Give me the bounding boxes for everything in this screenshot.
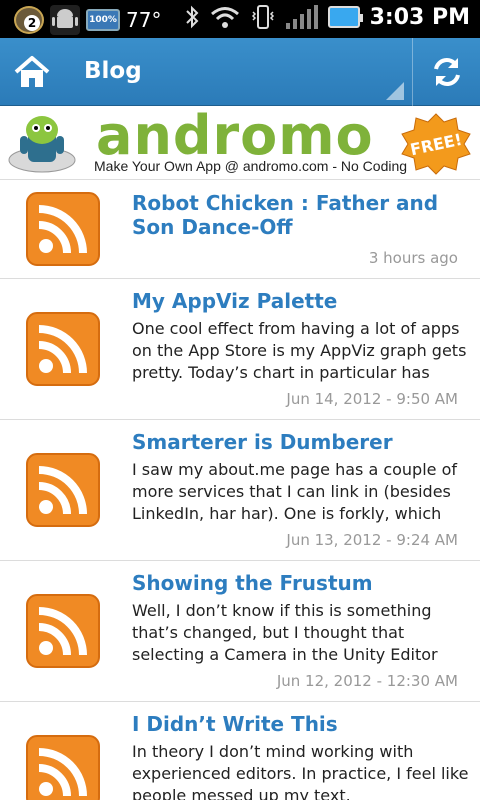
- battery-icon: [327, 6, 363, 28]
- post-date: 3 hours ago: [368, 249, 458, 267]
- post-list: Robot Chicken : Father and Son Dance-Off…: [0, 180, 480, 800]
- rss-feed-icon: [26, 594, 100, 668]
- refresh-icon: [433, 58, 460, 86]
- brand-wordmark: andromo: [96, 104, 374, 167]
- rss-feed-icon: [26, 312, 100, 386]
- post-excerpt: Well, I don’t know if this is something …: [132, 601, 438, 664]
- post-title[interactable]: Showing the Frustum: [132, 571, 472, 595]
- post-date: Jun 14, 2012 - 9:50 AM: [286, 390, 458, 408]
- signal-icon: [285, 5, 318, 29]
- post-title[interactable]: Robot Chicken : Father and Son Dance-Off: [132, 191, 472, 239]
- list-item[interactable]: Smarterer is Dumberer I saw my about.me …: [0, 420, 480, 561]
- rss-feed-icon: [26, 453, 100, 527]
- notification-count: 2: [24, 15, 40, 31]
- home-button[interactable]: [0, 38, 64, 106]
- home-icon: [14, 56, 50, 87]
- vibrate-icon: [251, 5, 274, 29]
- robot-logo-icon: [8, 116, 76, 173]
- post-excerpt: In theory I don’t mind working with expe…: [132, 742, 469, 800]
- banner-tagline: Make Your Own App @ andromo.com - No Cod…: [94, 158, 408, 174]
- notification-icon: 2: [14, 6, 44, 34]
- ad-banner[interactable]: andromo Make Your Own App @ andromo.com …: [0, 106, 480, 180]
- status-bar: 2 100% 77° 3:03 PM: [0, 0, 480, 38]
- post-title[interactable]: My AppViz Palette: [132, 289, 472, 313]
- post-excerpt: One cool effect from having a lot of app…: [132, 319, 467, 382]
- post-title[interactable]: Smarterer is Dumberer: [132, 430, 472, 454]
- battery-widget-icon: 100%: [86, 9, 120, 31]
- rss-feed-icon: [26, 192, 100, 266]
- post-date: Jun 13, 2012 - 9:24 AM: [286, 531, 458, 549]
- free-badge-icon: FREE!: [401, 113, 471, 175]
- clock: 3:03 PM: [369, 4, 470, 30]
- post-date: Jun 12, 2012 - 12:30 AM: [276, 672, 458, 690]
- temperature: 77°: [126, 8, 162, 32]
- refresh-button[interactable]: [413, 38, 480, 106]
- post-title[interactable]: I Didn’t Write This: [132, 712, 472, 736]
- page-title[interactable]: Blog: [84, 58, 142, 84]
- dropdown-indicator-icon[interactable]: [386, 82, 404, 100]
- list-item[interactable]: My AppViz Palette One cool effect from h…: [0, 279, 480, 420]
- bluetooth-icon: [185, 5, 199, 29]
- android-icon: [50, 5, 80, 35]
- list-item[interactable]: Robot Chicken : Father and Son Dance-Off…: [0, 180, 480, 279]
- wifi-icon: [210, 7, 239, 28]
- rss-feed-icon: [26, 735, 100, 800]
- post-excerpt: I saw my about.me page has a couple of m…: [132, 460, 458, 523]
- list-item[interactable]: Showing the Frustum Well, I don’t know i…: [0, 561, 480, 702]
- list-item[interactable]: I Didn’t Write This In theory I don’t mi…: [0, 702, 480, 800]
- action-bar: Blog: [0, 38, 480, 106]
